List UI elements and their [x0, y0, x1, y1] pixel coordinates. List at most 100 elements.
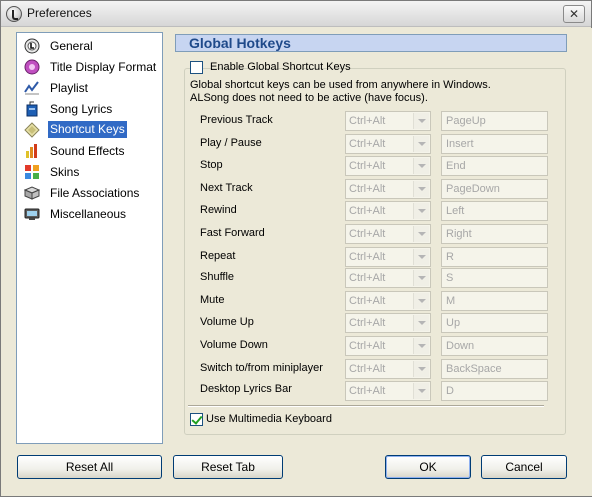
- hotkey-label: Desktop Lyrics Bar: [200, 383, 292, 395]
- hotkey-label: Switch to/from miniplayer: [200, 362, 323, 374]
- key-input[interactable]: Up: [441, 313, 548, 333]
- panel-title: Global Hotkeys: [189, 35, 291, 51]
- key-input[interactable]: Right: [441, 224, 548, 244]
- chevron-down-icon[interactable]: [413, 158, 429, 174]
- hotkey-label: Fast Forward: [200, 227, 265, 239]
- key-input[interactable]: D: [441, 381, 548, 401]
- window-title: Preferences: [27, 6, 92, 20]
- sidebar-item-label: Title Display Format: [50, 60, 157, 74]
- key-input[interactable]: End: [441, 156, 548, 176]
- modifier-dropdown[interactable]: Ctrl+Alt: [345, 268, 431, 288]
- sidebar-item-label: Miscellaneous: [50, 207, 127, 221]
- multimedia-checkbox-box[interactable]: [190, 413, 203, 426]
- reset-all-button[interactable]: Reset All: [17, 455, 162, 479]
- key-input[interactable]: R: [441, 247, 548, 267]
- chevron-down-icon[interactable]: [413, 181, 429, 197]
- category-list[interactable]: General Title Display Format Playlist So…: [16, 32, 163, 444]
- modifier-dropdown[interactable]: Ctrl+Alt: [345, 111, 431, 131]
- hotkey-label: Volume Up: [200, 316, 254, 328]
- description-line-2: ALSong does not need to be active (have …: [190, 92, 428, 104]
- key-input[interactable]: PageUp: [441, 111, 548, 131]
- panel-title-bar: Global Hotkeys: [175, 34, 567, 52]
- skins-icon: [25, 165, 39, 179]
- sidebar-item-skins[interactable]: Skins: [20, 162, 160, 182]
- chevron-down-icon[interactable]: [413, 315, 429, 331]
- chevron-down-icon[interactable]: [413, 203, 429, 219]
- chevron-down-icon[interactable]: [413, 136, 429, 152]
- hotkey-label: Stop: [200, 159, 223, 171]
- sidebar-item-title-display-format[interactable]: Title Display Format: [20, 57, 160, 77]
- chevron-down-icon[interactable]: [413, 270, 429, 286]
- hotkey-label: Previous Track: [200, 114, 273, 126]
- reset-tab-button[interactable]: Reset Tab: [173, 455, 283, 479]
- title-display-icon: [24, 59, 40, 75]
- key-input[interactable]: Insert: [441, 134, 548, 154]
- cancel-button[interactable]: Cancel: [481, 455, 567, 479]
- description-line-1: Global shortcut keys can be used from an…: [190, 79, 491, 91]
- key-input[interactable]: S: [441, 268, 548, 288]
- ok-button[interactable]: OK: [385, 455, 471, 479]
- sidebar-item-label: Song Lyrics: [50, 102, 113, 116]
- hotkey-label: Play / Pause: [200, 137, 262, 149]
- hotkey-label: Rewind: [200, 204, 237, 216]
- modifier-dropdown[interactable]: Ctrl+Alt: [345, 291, 431, 311]
- playlist-icon: [24, 81, 39, 95]
- sidebar-item-general[interactable]: General: [20, 36, 160, 56]
- modifier-dropdown[interactable]: Ctrl+Alt: [345, 381, 431, 401]
- alsong-app-icon: [6, 6, 22, 22]
- general-icon: [24, 38, 40, 54]
- dialog-client: General Title Display Format Playlist So…: [2, 28, 592, 496]
- sidebar-item-shortcut-keys[interactable]: Shortcut Keys: [20, 120, 160, 140]
- sidebar-item-label: General: [50, 39, 93, 53]
- chevron-down-icon[interactable]: [413, 226, 429, 242]
- modifier-dropdown[interactable]: Ctrl+Alt: [345, 134, 431, 154]
- enable-checkbox-box[interactable]: [190, 61, 203, 74]
- preferences-window: Preferences ✕ General Title Display Form…: [0, 0, 592, 497]
- sidebar-item-label: Shortcut Keys: [48, 121, 127, 138]
- key-input[interactable]: M: [441, 291, 548, 311]
- separator: [188, 405, 544, 407]
- enable-checkbox-label: Enable Global Shortcut Keys: [210, 61, 351, 73]
- sidebar-item-label: Skins: [50, 165, 80, 179]
- chevron-down-icon[interactable]: [413, 249, 429, 265]
- enable-global-shortcuts-checkbox[interactable]: Enable Global Shortcut Keys: [190, 61, 351, 75]
- sidebar-item-label: File Associations: [50, 186, 140, 200]
- modifier-dropdown[interactable]: Ctrl+Alt: [345, 179, 431, 199]
- hotkey-label: Repeat: [200, 250, 236, 262]
- chevron-down-icon[interactable]: [413, 383, 429, 399]
- hotkey-label: Next Track: [200, 182, 253, 194]
- key-input[interactable]: Left: [441, 201, 548, 221]
- modifier-dropdown[interactable]: Ctrl+Alt: [345, 359, 431, 379]
- shortcut-keys-icon: [24, 122, 40, 138]
- sidebar-item-playlist[interactable]: Playlist: [20, 78, 160, 98]
- hotkey-label: Shuffle: [200, 271, 235, 283]
- sidebar-item-song-lyrics[interactable]: Song Lyrics: [20, 99, 160, 119]
- chevron-down-icon[interactable]: [413, 113, 429, 129]
- title-bar[interactable]: Preferences ✕: [1, 1, 591, 27]
- chevron-down-icon[interactable]: [413, 338, 429, 354]
- sound-effects-icon: [26, 144, 37, 158]
- sidebar-item-label: Sound Effects: [50, 144, 125, 158]
- modifier-dropdown[interactable]: Ctrl+Alt: [345, 313, 431, 333]
- key-input[interactable]: BackSpace: [441, 359, 548, 379]
- modifier-dropdown[interactable]: Ctrl+Alt: [345, 224, 431, 244]
- key-input[interactable]: Down: [441, 336, 548, 356]
- sidebar-item-file-associations[interactable]: File Associations: [20, 183, 160, 203]
- modifier-dropdown[interactable]: Ctrl+Alt: [345, 156, 431, 176]
- chevron-down-icon[interactable]: [413, 361, 429, 377]
- hotkey-label: Volume Down: [200, 339, 268, 351]
- sidebar-item-label: Playlist: [50, 81, 89, 95]
- sidebar-item-sound-effects[interactable]: Sound Effects: [20, 141, 160, 161]
- modifier-dropdown[interactable]: Ctrl+Alt: [345, 247, 431, 267]
- sidebar-item-miscellaneous[interactable]: Miscellaneous: [20, 204, 160, 224]
- close-button[interactable]: ✕: [563, 5, 585, 23]
- lyrics-icon: [26, 101, 38, 117]
- miscellaneous-icon: [24, 208, 40, 220]
- file-associations-icon: [24, 186, 40, 200]
- multimedia-checkbox-label: Use Multimedia Keyboard: [206, 413, 332, 425]
- chevron-down-icon[interactable]: [413, 293, 429, 309]
- key-input[interactable]: PageDown: [441, 179, 548, 199]
- hotkey-label: Mute: [200, 294, 225, 306]
- modifier-dropdown[interactable]: Ctrl+Alt: [345, 336, 431, 356]
- modifier-dropdown[interactable]: Ctrl+Alt: [345, 201, 431, 221]
